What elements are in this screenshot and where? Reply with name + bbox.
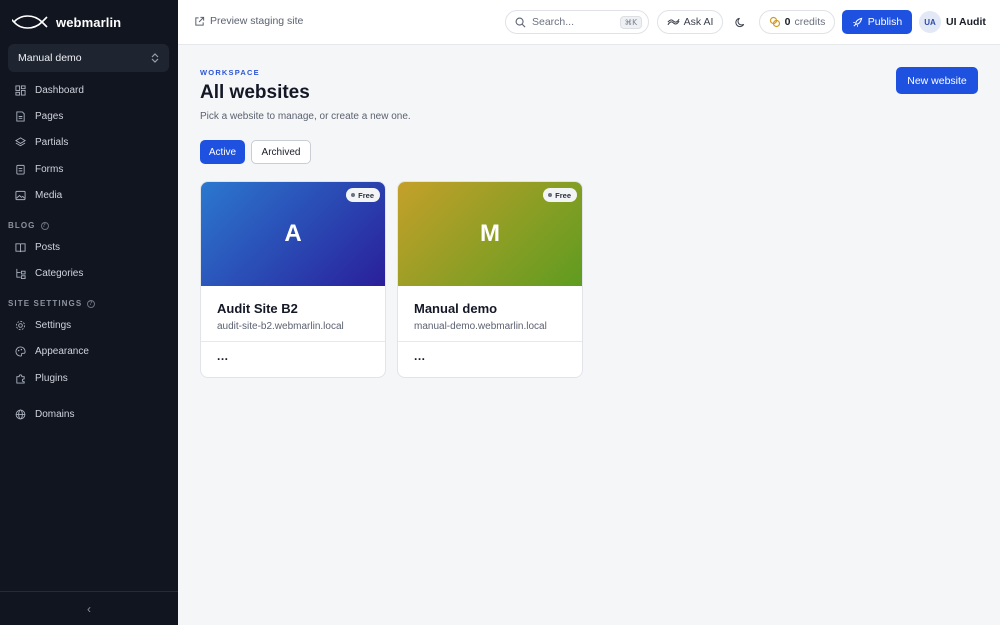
user-name[interactable]: UI Audit [946, 16, 986, 28]
site-selector-label: Manual demo [18, 52, 82, 64]
divider [398, 341, 582, 342]
search-placeholder: Search... [532, 16, 575, 28]
moon-icon [734, 17, 744, 27]
sidebar-item-settings[interactable]: Settings [8, 314, 169, 336]
sidebar: webmarlin Manual demo Dashboard Pages Pa… [0, 0, 178, 625]
website-thumbnail[interactable]: A Free [201, 182, 385, 286]
website-initial: A [284, 220, 302, 247]
topbar: Preview staging site Search... ⌘K Ask AI… [178, 0, 1000, 45]
website-card[interactable]: A Free Audit Site B2 audit-site-b2.webma… [200, 181, 386, 378]
sidebar-item-label: Forms [35, 163, 64, 175]
chevron-left-icon: ‹ [87, 601, 91, 616]
plan-badge-label: Free [358, 190, 374, 200]
book-icon [14, 241, 26, 253]
section-label-blog: BLOG ? [8, 221, 49, 230]
coins-icon [769, 16, 780, 28]
more-options-button[interactable]: ... [217, 349, 229, 363]
sidebar-item-label: Pages [35, 110, 64, 122]
tree-icon [14, 267, 26, 279]
layers-icon [14, 136, 26, 148]
sidebar-item-label: Plugins [35, 372, 68, 384]
search-shortcut-badge: ⌘K [619, 15, 642, 29]
help-icon[interactable]: ? [87, 299, 96, 308]
sidebar-item-domains[interactable]: Domains [8, 403, 169, 425]
page-title: All websites [200, 82, 310, 103]
sidebar-item-forms[interactable]: Forms [8, 158, 169, 180]
section-label-text: SITE SETTINGS [8, 299, 83, 308]
sidebar-item-label: Posts [35, 241, 61, 253]
sidebar-item-label: Settings [35, 319, 72, 331]
fish-logo-icon [12, 15, 48, 29]
theme-toggle-button[interactable] [732, 14, 748, 30]
dashboard-icon [14, 84, 26, 96]
wave-icon [667, 18, 680, 25]
external-link-icon [195, 16, 205, 26]
sidebar-item-label: Partials [35, 136, 69, 148]
sidebar-item-posts[interactable]: Posts [8, 236, 169, 258]
website-url: manual-demo.webmarlin.local [414, 321, 547, 332]
sidebar-item-label: Media [35, 189, 63, 201]
credits-count: 0 [784, 16, 791, 28]
ask-ai-button[interactable]: Ask AI [657, 10, 723, 34]
sidebar-item-label: Categories [35, 267, 84, 279]
form-icon [14, 163, 26, 175]
page-subtitle: Pick a website to manage, or create a ne… [200, 111, 411, 122]
website-initial: M [480, 220, 500, 247]
rocket-icon [853, 17, 863, 27]
website-thumbnail[interactable]: M Free [398, 182, 582, 286]
chevron-updown-icon [151, 53, 159, 63]
palette-icon [14, 345, 26, 357]
brand-name: webmarlin [56, 14, 122, 30]
puzzle-icon [14, 372, 26, 384]
sidebar-item-label: Domains [35, 408, 75, 420]
section-label-site-settings: SITE SETTINGS ? [8, 299, 96, 308]
globe-icon [14, 408, 26, 420]
status-dot [351, 193, 356, 197]
more-options-button[interactable]: ... [414, 349, 426, 363]
page-icon [14, 110, 26, 122]
page-eyebrow: WORKSPACE [200, 68, 260, 77]
status-dot [548, 193, 553, 197]
image-icon [14, 189, 26, 201]
plan-badge-label: Free [555, 190, 571, 200]
sidebar-item-label: Appearance [35, 345, 89, 357]
divider [201, 341, 385, 342]
tab-active[interactable]: Active [200, 140, 245, 164]
preview-staging-link[interactable]: Preview staging site [194, 15, 303, 27]
gear-icon [14, 319, 26, 331]
search-icon [515, 17, 526, 27]
sidebar-item-dashboard[interactable]: Dashboard [8, 79, 169, 101]
sidebar-item-partials[interactable]: Partials [8, 131, 169, 153]
sidebar-item-categories[interactable]: Categories [8, 262, 169, 284]
ask-ai-label: Ask AI [683, 16, 714, 28]
sidebar-item-plugins[interactable]: Plugins [8, 367, 169, 389]
search-input[interactable]: Search... ⌘K [505, 10, 649, 34]
preview-label: Preview staging site [210, 15, 304, 27]
collapse-sidebar-button[interactable]: ‹ [0, 591, 178, 625]
avatar[interactable]: UA [919, 11, 941, 33]
website-card[interactable]: M Free Manual demo manual-demo.webmarlin… [397, 181, 583, 378]
brand-logo[interactable]: webmarlin [12, 11, 121, 33]
publish-button[interactable]: Publish [842, 10, 912, 34]
sidebar-item-pages[interactable]: Pages [8, 105, 169, 127]
sidebar-item-label: Dashboard [35, 84, 84, 96]
new-website-button[interactable]: New website [896, 67, 978, 94]
publish-label: Publish [867, 16, 903, 28]
section-label-text: BLOG [8, 221, 36, 230]
sidebar-item-appearance[interactable]: Appearance [8, 340, 169, 362]
website-name[interactable]: Audit Site B2 [217, 301, 298, 316]
plan-badge: Free [346, 188, 380, 202]
plan-badge: Free [543, 188, 577, 202]
sidebar-item-media[interactable]: Media [8, 184, 169, 206]
help-icon[interactable]: ? [40, 221, 49, 230]
tab-archived[interactable]: Archived [251, 140, 311, 164]
credits-label: credits [794, 16, 826, 28]
website-url: audit-site-b2.webmarlin.local [217, 321, 344, 332]
site-selector[interactable]: Manual demo [8, 44, 169, 72]
website-name[interactable]: Manual demo [414, 301, 497, 316]
credits-badge[interactable]: 0 credits [759, 10, 835, 34]
